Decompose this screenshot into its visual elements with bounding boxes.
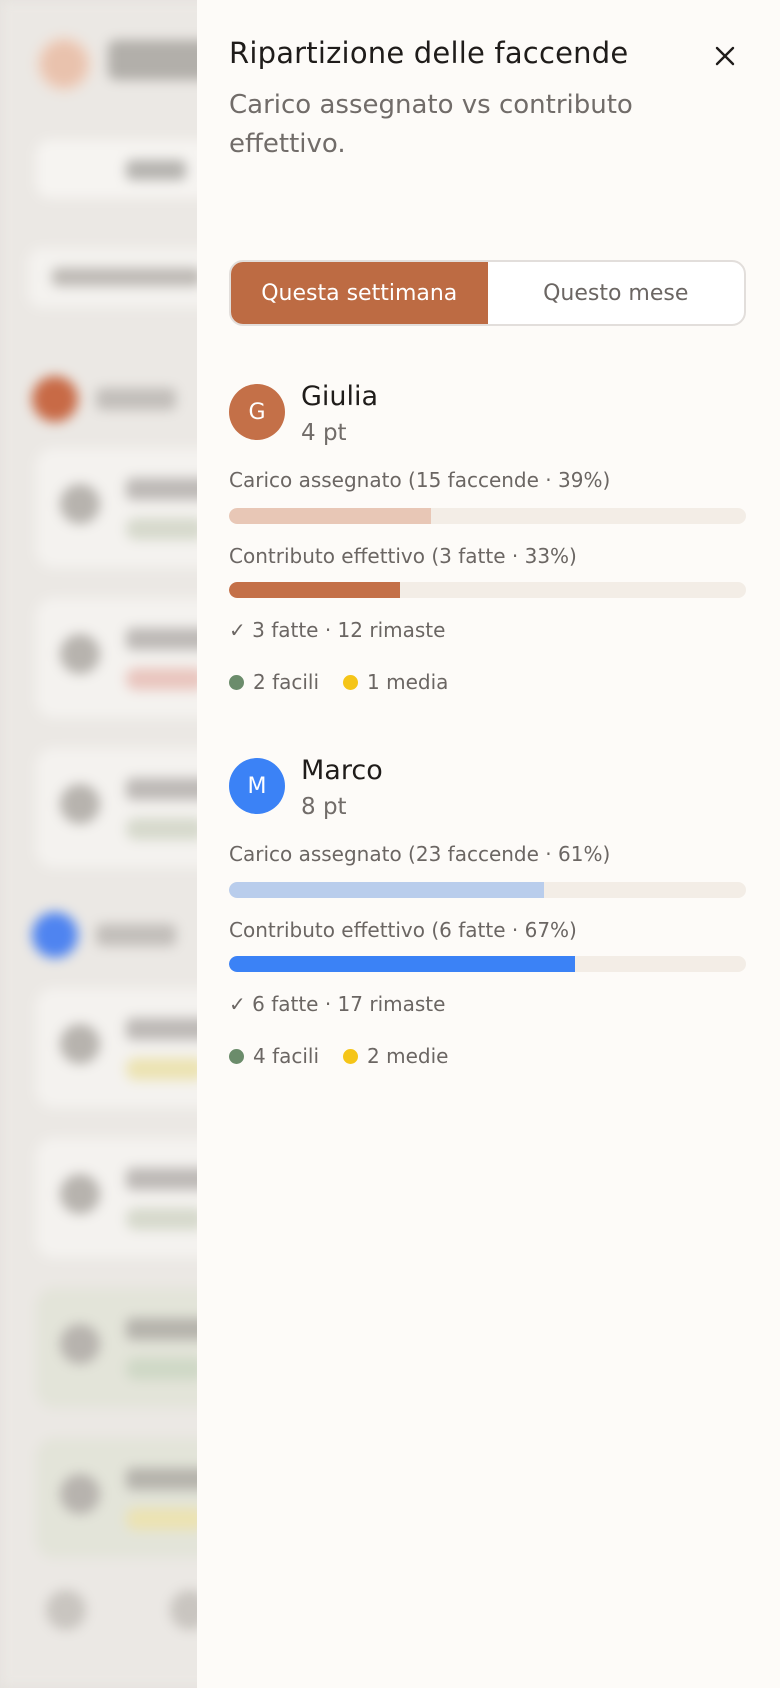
difficulty-legend: 4 facili 2 medie [229,1044,472,1068]
contribution-fill [229,956,576,972]
legend-label: 4 facili [253,1044,320,1068]
legend-label: 2 facili [253,670,320,694]
drawer-title: Ripartizione delle faccende [229,36,629,70]
assigned-load-label: Carico assegnato (23 faccende · 61%) [229,842,611,866]
legend-label: 2 medie [367,1044,449,1068]
period-option-this-week[interactable]: Questa settimana [231,262,488,324]
contribution-bar [229,582,746,598]
easy-dot-icon [229,674,244,690]
background-search-text [52,268,202,286]
assigned-load-bar [229,508,746,524]
avatar: M [229,758,285,814]
legend-item-medium: 1 media [343,670,448,694]
contribution-label: Contributo effettivo (3 fatte · 33%) [229,544,577,568]
contribution-label: Contributo effettivo (6 fatte · 67%) [229,918,577,942]
drawer-subtitle: Carico assegnato vs contributo effettivo… [229,90,633,159]
medium-dot-icon [343,1048,359,1064]
legend-item-easy: 2 facili [229,670,319,694]
legend-label: 1 media [367,670,449,694]
period-toggle: Questa settimana Questo mese [229,260,746,326]
person-points: 8 pt [301,794,347,820]
app-logo-icon [36,36,92,92]
medium-dot-icon [343,674,359,690]
avatar: G [229,384,285,440]
contribution-fill [229,582,400,598]
background-avatar-giulia [32,376,78,422]
close-icon [715,46,735,66]
period-option-this-month[interactable]: Questo mese [488,262,745,324]
background-filter-pill-text [126,160,186,180]
background-name-marco [96,924,176,946]
assigned-load-label: Carico assegnato (15 faccende · 39%) [229,468,611,492]
legend-item-easy: 4 facili [229,1044,319,1068]
legend-item-medium: 2 medie [343,1044,448,1068]
background-tab-home-icon [46,1590,86,1630]
contribution-bar [229,956,746,972]
person-name: Giulia [301,381,379,412]
chore-breakdown-drawer: Ripartizione delle faccende Carico asseg… [197,0,780,1688]
done-summary: ✓ 6 fatte · 17 rimaste [229,992,446,1016]
difficulty-legend: 2 facili 1 media [229,670,472,694]
easy-dot-icon [229,1048,244,1064]
person-points: 4 pt [301,420,347,446]
background-avatar-marco [32,912,78,958]
close-button[interactable] [705,36,745,76]
person-name: Marco [301,755,383,786]
assigned-load-bar [229,882,746,898]
background-name-giulia [96,388,176,410]
done-summary: ✓ 3 fatte · 12 rimaste [229,618,446,642]
assigned-load-fill [229,882,545,898]
assigned-load-fill [229,508,431,524]
